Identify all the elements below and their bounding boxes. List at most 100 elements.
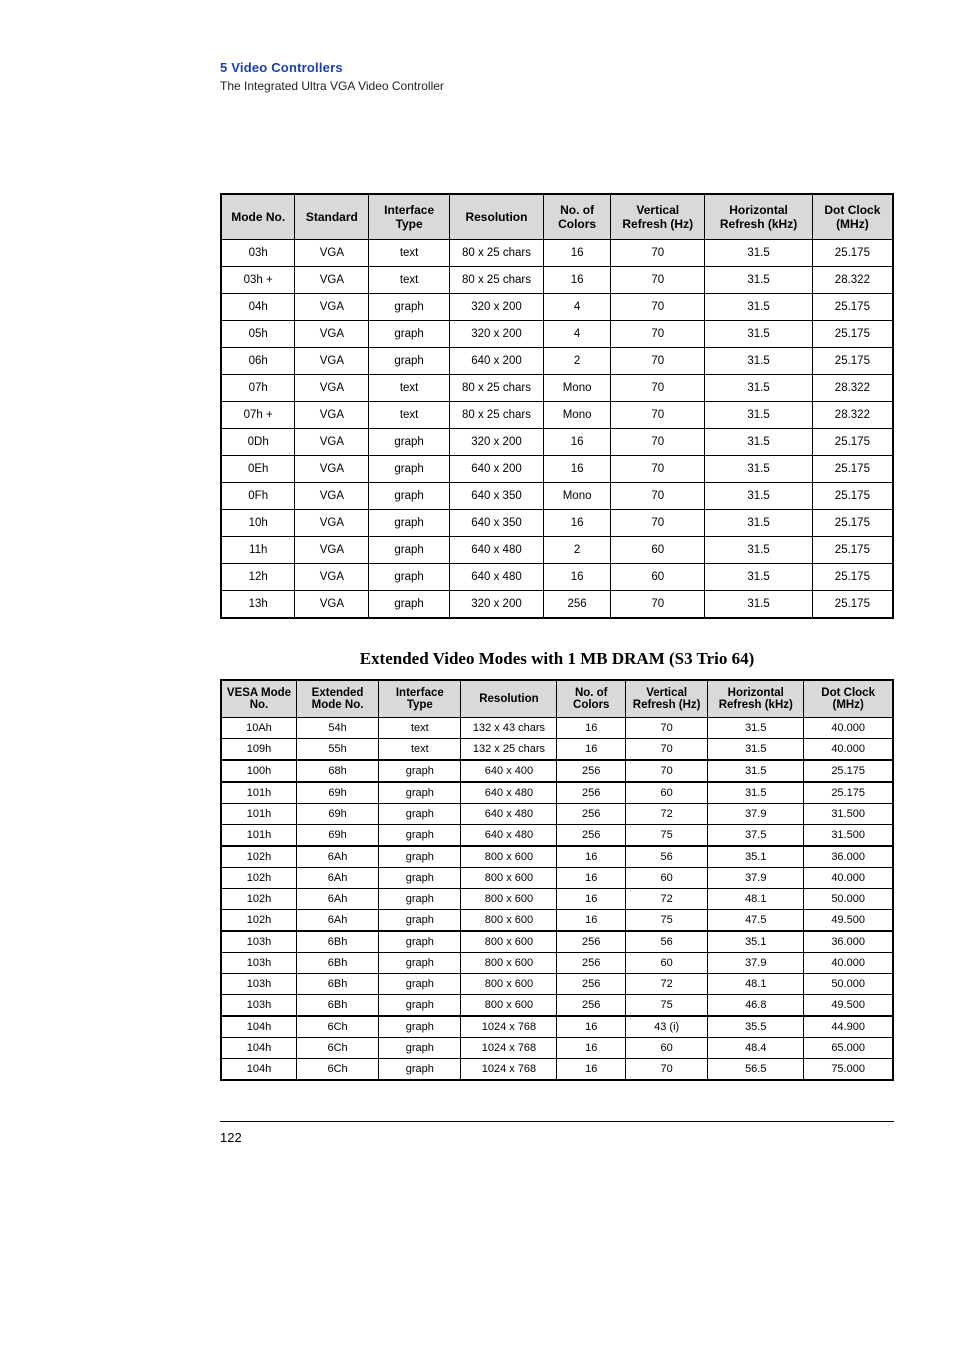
- table-cell: VGA: [295, 564, 369, 591]
- table-cell: text: [369, 240, 450, 267]
- table-row: 0EhVGAgraph640 x 200167031.525.175: [221, 456, 893, 483]
- table-cell: 70: [611, 429, 705, 456]
- table-cell: 1024 x 768: [461, 1059, 557, 1081]
- table-cell: graph: [379, 825, 461, 847]
- table-cell: 800 x 600: [461, 846, 557, 868]
- table-cell: 70: [611, 591, 705, 619]
- table-cell: 31.5: [708, 718, 804, 739]
- table-cell: 6Bh: [296, 974, 378, 995]
- table-cell: 70: [611, 267, 705, 294]
- table-cell: 16: [544, 456, 611, 483]
- table-cell: 28.322: [812, 375, 893, 402]
- col-header: Mode No.: [221, 194, 295, 240]
- table-cell: 12h: [221, 564, 295, 591]
- table-cell: Mono: [544, 375, 611, 402]
- table-cell: 80 x 25 chars: [449, 375, 543, 402]
- table-cell: graph: [379, 953, 461, 974]
- page-number: 122: [220, 1130, 242, 1145]
- table-cell: 70: [626, 718, 708, 739]
- table-cell: 28.322: [812, 267, 893, 294]
- table-cell: 320 x 200: [449, 321, 543, 348]
- table-cell: 60: [626, 782, 708, 804]
- table-cell: Mono: [544, 402, 611, 429]
- table-cell: 10Ah: [221, 718, 296, 739]
- table-cell: 0Fh: [221, 483, 295, 510]
- table-row: 102h6Ahgraph800 x 600166037.940.000: [221, 868, 893, 889]
- col-header: Extended Mode No.: [296, 680, 378, 718]
- table-cell: 25.175: [812, 564, 893, 591]
- col-header: Interface Type: [379, 680, 461, 718]
- table-cell: 48.1: [708, 889, 804, 910]
- table-cell: 75: [626, 825, 708, 847]
- table-cell: 70: [626, 739, 708, 761]
- table-cell: 640 x 480: [461, 782, 557, 804]
- table-cell: 40.000: [804, 953, 893, 974]
- table-row: 102h6Ahgraph800 x 600165635.136.000: [221, 846, 893, 868]
- table-row: 102h6Ahgraph800 x 600167547.549.500: [221, 910, 893, 932]
- table-cell: 100h: [221, 760, 296, 782]
- table-cell: 104h: [221, 1059, 296, 1081]
- table-cell: text: [379, 739, 461, 761]
- table-cell: 25.175: [812, 510, 893, 537]
- table-cell: 6Bh: [296, 931, 378, 953]
- table-cell: 102h: [221, 910, 296, 932]
- table-cell: graph: [379, 1016, 461, 1038]
- table-cell: VGA: [295, 240, 369, 267]
- table-row: 109h55htext132 x 25 chars167031.540.000: [221, 739, 893, 761]
- table-cell: graph: [369, 321, 450, 348]
- table-cell: 56.5: [708, 1059, 804, 1081]
- table-cell: 31.5: [708, 760, 804, 782]
- table-row: 102h6Ahgraph800 x 600167248.150.000: [221, 889, 893, 910]
- table-cell: 31.5: [705, 375, 813, 402]
- table-cell: 16: [557, 1059, 626, 1081]
- table-row: 101h69hgraph640 x 4802566031.525.175: [221, 782, 893, 804]
- table-cell: 6Ch: [296, 1038, 378, 1059]
- table-cell: 03h: [221, 240, 295, 267]
- table-row: 11hVGAgraph640 x 48026031.525.175: [221, 537, 893, 564]
- table-cell: 69h: [296, 825, 378, 847]
- table-cell: 03h +: [221, 267, 295, 294]
- col-header: Standard: [295, 194, 369, 240]
- table-cell: 16: [557, 889, 626, 910]
- table-cell: 640 x 350: [449, 510, 543, 537]
- col-header: VESA Mode No.: [221, 680, 296, 718]
- table-cell: 16: [544, 267, 611, 294]
- table-cell: 69h: [296, 782, 378, 804]
- table-cell: 104h: [221, 1016, 296, 1038]
- table-cell: 48.1: [708, 974, 804, 995]
- page-header: 5 Video Controllers The Integrated Ultra…: [220, 60, 894, 93]
- table-cell: 640 x 480: [461, 804, 557, 825]
- table-cell: 101h: [221, 804, 296, 825]
- table-cell: graph: [369, 537, 450, 564]
- table-cell: 28.322: [812, 402, 893, 429]
- table-cell: 800 x 600: [461, 889, 557, 910]
- table-cell: graph: [379, 1059, 461, 1081]
- table-cell: 72: [626, 974, 708, 995]
- table-cell: 10h: [221, 510, 295, 537]
- table-cell: 70: [611, 483, 705, 510]
- table-cell: 31.5: [705, 510, 813, 537]
- table-cell: 640 x 200: [449, 348, 543, 375]
- table-cell: 256: [557, 995, 626, 1017]
- table-cell: 31.5: [705, 267, 813, 294]
- table-row: 104h6Chgraph1024 x 768166048.465.000: [221, 1038, 893, 1059]
- table-cell: text: [379, 718, 461, 739]
- table-cell: 256: [557, 760, 626, 782]
- table-cell: graph: [379, 931, 461, 953]
- table-cell: 80 x 25 chars: [449, 267, 543, 294]
- col-header: Dot Clock (MHz): [804, 680, 893, 718]
- table-cell: graph: [379, 995, 461, 1017]
- table-row: 10hVGAgraph640 x 350167031.525.175: [221, 510, 893, 537]
- table-cell: 31.5: [705, 240, 813, 267]
- table-cell: 2: [544, 348, 611, 375]
- table-cell: 31.5: [705, 294, 813, 321]
- table-cell: graph: [369, 348, 450, 375]
- table-cell: 31.5: [705, 429, 813, 456]
- table-cell: 6Ch: [296, 1016, 378, 1038]
- table-cell: 70: [611, 321, 705, 348]
- table-cell: 320 x 200: [449, 591, 543, 619]
- table-cell: 40.000: [804, 868, 893, 889]
- table-cell: 31.5: [705, 456, 813, 483]
- table-cell: 16: [557, 739, 626, 761]
- table-cell: 60: [626, 953, 708, 974]
